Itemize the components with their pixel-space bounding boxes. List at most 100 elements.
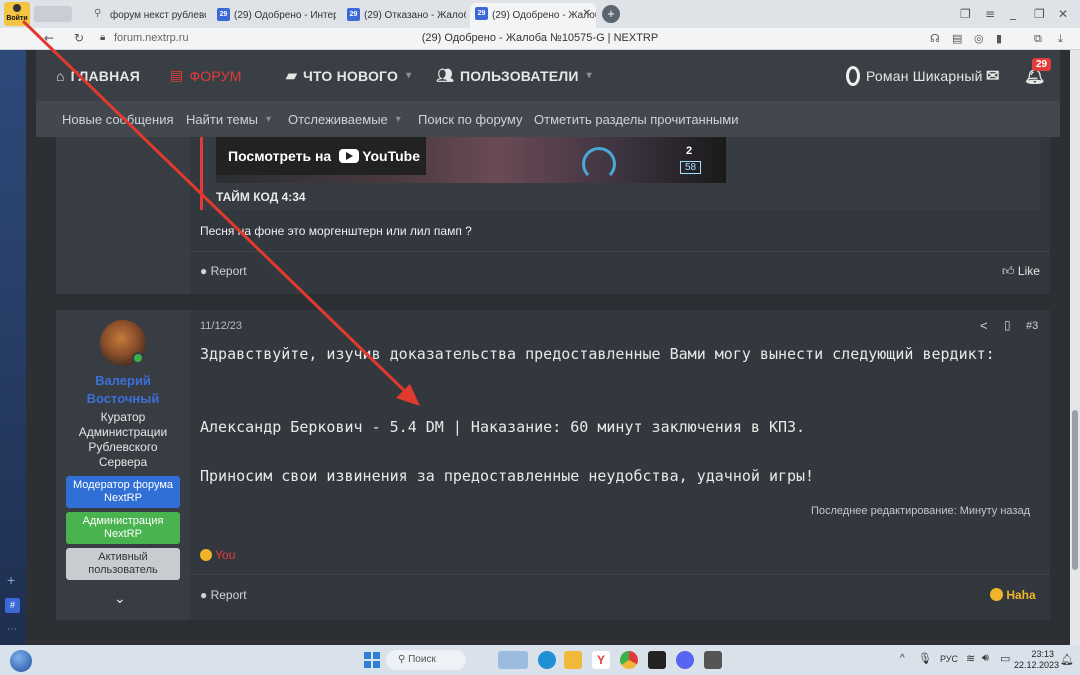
game-app-icon[interactable]: [704, 651, 722, 669]
add-panel-icon[interactable]: +: [7, 572, 15, 588]
new-tab-button[interactable]: +: [602, 5, 620, 23]
desktop-app-icon[interactable]: [10, 650, 32, 672]
messages-icon[interactable]: ✉: [986, 50, 1000, 101]
close-window-icon[interactable]: ✕: [1058, 7, 1068, 21]
tab-label: форум некст рублевский: [110, 9, 206, 21]
post2-haha-button[interactable]: Haha: [990, 588, 1036, 602]
tab-1[interactable]: ⚲ форум некст рублевский: [88, 4, 206, 26]
collections-icon[interactable]: ❐: [960, 7, 971, 21]
badge-forum-moderator: Модератор форума NextRP: [66, 476, 180, 508]
like-label: Like: [1017, 264, 1040, 278]
post2-date[interactable]: 11/12/23: [200, 320, 242, 332]
reader-icon[interactable]: ▤: [952, 32, 962, 45]
file-explorer-icon[interactable]: [564, 651, 582, 669]
chevron-down-icon: ▾: [395, 113, 401, 125]
post2-author-title: Куратор Администрации Рублевского Сервер…: [78, 410, 168, 469]
post-number-link[interactable]: #3: [1026, 320, 1038, 332]
badge-administration: Администрация NextRP: [66, 512, 180, 544]
browser-tab-bar: Войти ⚲ форум некст рублевский 29 (29) О…: [0, 0, 1080, 28]
nextrp-favicon-icon: 29: [347, 8, 360, 21]
nav-users[interactable]: 👥︎ ПОЛЬЗОВАТЕЛИ ▾: [436, 50, 592, 101]
microphone-icon[interactable]: 🎙︎: [918, 652, 932, 665]
post2-footer-divider: [190, 574, 1050, 575]
tab-3[interactable]: 29 (29) Отказано - Жалоба №: [342, 4, 466, 26]
post2-report-link[interactable]: ● Report: [200, 588, 247, 602]
tab-label: (29) Одобрено - Интерес: [234, 9, 336, 21]
subnav-new-posts[interactable]: Новые сообщения: [62, 101, 174, 137]
subnav-find-threads[interactable]: Найти темы ▾: [186, 101, 271, 137]
subnav-mark-read[interactable]: Отметить разделы прочитанными: [534, 101, 738, 137]
alert-icon: ●: [200, 588, 208, 602]
bookmark-icon[interactable]: ▮: [996, 32, 1002, 45]
yandex-browser-icon[interactable]: Y: [592, 651, 610, 669]
post1-report-link[interactable]: ● Report: [200, 264, 247, 278]
subnav-watched-label: Отслеживаемые: [288, 111, 388, 127]
scrollbar-thumb[interactable]: [1072, 410, 1078, 570]
chevron-down-icon: ▾: [406, 70, 412, 81]
minimize-icon[interactable]: _: [1010, 6, 1016, 20]
start-button-icon[interactable]: [364, 652, 380, 668]
discord-icon[interactable]: [676, 651, 694, 669]
expand-chevron-icon[interactable]: ⌄: [114, 590, 126, 607]
share-icon[interactable]: <: [980, 318, 988, 333]
download-icon[interactable]: ⤓: [1058, 32, 1063, 46]
close-tab-icon[interactable]: ✕: [583, 8, 591, 19]
taskbar-search[interactable]: ⚲ Поиск: [386, 650, 466, 670]
video-embed[interactable]: 2 58 Посмотреть на YouTube: [216, 137, 726, 183]
alerts-count-badge: 29: [1032, 58, 1052, 71]
post1-like-button[interactable]: 👍︎ Like: [1002, 264, 1040, 279]
edge-icon[interactable]: [538, 651, 556, 669]
report-label: Report: [210, 264, 247, 278]
youtube-label: YouTube: [362, 148, 421, 164]
extension-icon[interactable]: ◎: [974, 32, 984, 45]
clock-date: 22.12.2023: [1014, 660, 1060, 670]
nav-forum[interactable]: ▤ ФОРУМ: [170, 50, 242, 101]
volume-icon[interactable]: 🔊︎: [982, 652, 989, 665]
sidebar-icon[interactable]: ⧉: [1034, 32, 1042, 46]
tab-2[interactable]: 29 (29) Одобрено - Интерес: [212, 4, 336, 26]
subnav-search-forum[interactable]: Поиск по форуму: [418, 101, 522, 137]
panel-app-icon[interactable]: #: [5, 598, 20, 613]
user-icon: [13, 4, 21, 12]
headphones-icon[interactable]: ☊: [930, 32, 940, 45]
nav-forum-label: ФОРУМ: [189, 67, 242, 84]
watch-on-youtube-button[interactable]: Посмотреть на YouTube: [216, 137, 426, 175]
post2-user-column: Валерий Восточный Куратор Администрации …: [56, 310, 190, 620]
taskbar-search-label: Поиск: [408, 654, 436, 665]
nav-whats-new[interactable]: ▰ ЧТО НОВОГО ▾: [286, 50, 411, 101]
main-nav: ⌂ ГЛАВНАЯ ▤ ФОРУМ ▰ ЧТО НОВОГО ▾ 👥︎ ПОЛЬ…: [36, 50, 1060, 101]
battery-icon[interactable]: ▭: [1000, 652, 1010, 665]
menu-icon[interactable]: ≡: [985, 7, 995, 21]
game-launcher-icon[interactable]: [648, 651, 666, 669]
subnav-watched[interactable]: Отслеживаемые ▾: [288, 101, 401, 137]
bookmark-post-icon[interactable]: ▯: [1004, 318, 1011, 332]
post2-body: 11/12/23 < ▯ #3 Здравствуйте, изучив док…: [190, 310, 1050, 620]
subnav-find-threads-label: Найти темы: [186, 111, 259, 127]
more-icon[interactable]: ⋯: [7, 624, 17, 635]
tab-4-active[interactable]: 29 (29) Одобрено - Жалоб ✕: [470, 3, 596, 28]
gear-readout: 2: [686, 145, 693, 157]
notification-bell-icon[interactable]: 🔔︎: [1060, 653, 1074, 666]
login-button[interactable]: Войти: [4, 2, 30, 26]
forum-icon: ▤: [170, 67, 184, 83]
chrome-icon[interactable]: [620, 651, 638, 669]
search-icon: ⚲: [398, 654, 406, 665]
weather-app-icon[interactable]: [498, 651, 528, 669]
tray-expand-icon[interactable]: ^: [900, 653, 905, 664]
restore-icon[interactable]: ❐: [1034, 7, 1045, 21]
comment-icon: ▰: [286, 67, 297, 83]
profile-menu-button[interactable]: [34, 6, 72, 22]
language-indicator[interactable]: РУС: [940, 654, 958, 664]
reaction-summary[interactable]: You: [200, 548, 235, 562]
speed-readout: 58: [680, 161, 702, 174]
nav-home[interactable]: ⌂ ГЛАВНАЯ: [56, 50, 140, 101]
nav-users-label: ПОЛЬЗОВАТЕЛИ: [459, 67, 579, 84]
clock[interactable]: 23:13 22.12.2023: [1014, 649, 1060, 671]
windows-taskbar: ⚲ Поиск Y ^ 🎙︎ РУС ≋ 🔊︎ ▭ 23:13 22.12.20…: [0, 645, 1080, 675]
post2-author-name[interactable]: Валерий Восточный: [73, 372, 173, 408]
nav-whats-new-label: ЧТО НОВОГО: [302, 67, 399, 84]
badge-active-user: Активный пользователь: [66, 548, 180, 580]
user-menu[interactable]: Роман Шикарный: [846, 50, 983, 101]
browser-side-panel: + # ⋯: [0, 50, 26, 645]
wifi-icon[interactable]: ≋: [966, 652, 975, 665]
